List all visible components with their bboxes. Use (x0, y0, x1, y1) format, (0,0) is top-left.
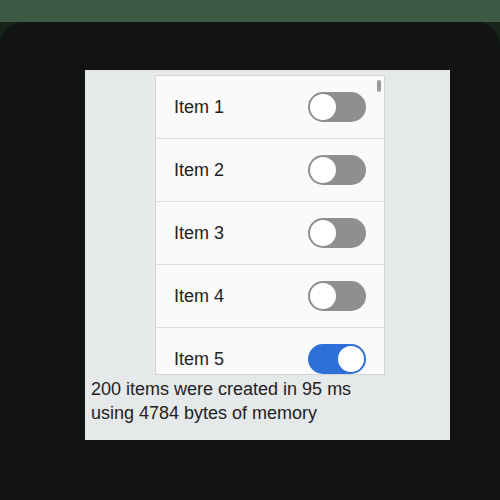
scrollbar[interactable] (377, 80, 381, 92)
item-list[interactable]: Item 1 Item 2 Item 3 Item 4 Item 5 (155, 75, 385, 375)
list-row[interactable]: Item 3 (156, 202, 384, 265)
list-row[interactable]: Item 2 (156, 139, 384, 202)
status-line: using 4784 bytes of memory (91, 401, 450, 425)
screen: Item 1Item 2Item 3Item 4Item 5200 items … (85, 70, 450, 440)
item-label: Item 5 (174, 346, 224, 373)
list-row[interactable]: Item 4 (156, 265, 384, 328)
item-label: Item 3 (174, 220, 224, 247)
item-label: Item 2 (174, 157, 224, 184)
toggle-knob (310, 94, 336, 120)
bezel: Item 1Item 2Item 3Item 4Item 5200 items … (0, 22, 500, 500)
device-photo: Item 1Item 2Item 3Item 4Item 5200 items … (0, 0, 500, 500)
toggle-switch[interactable] (308, 218, 366, 248)
item-label: Item 1 (174, 94, 224, 121)
list-row[interactable]: Item 5 (156, 328, 384, 375)
status-text: 200 items were created in 95 msusing 478… (85, 375, 450, 425)
toggle-knob (338, 346, 364, 372)
toggle-switch[interactable] (308, 344, 366, 374)
toggle-switch[interactable] (308, 155, 366, 185)
item-label: Item 4 (174, 283, 224, 310)
toggle-switch[interactable] (308, 92, 366, 122)
list-row[interactable]: Item 1 (156, 76, 384, 139)
toggle-knob (310, 157, 336, 183)
toggle-knob (310, 220, 336, 246)
toggle-knob (310, 283, 336, 309)
status-line: 200 items were created in 95 ms (91, 377, 450, 401)
toggle-switch[interactable] (308, 281, 366, 311)
pcb-strip (0, 0, 500, 22)
